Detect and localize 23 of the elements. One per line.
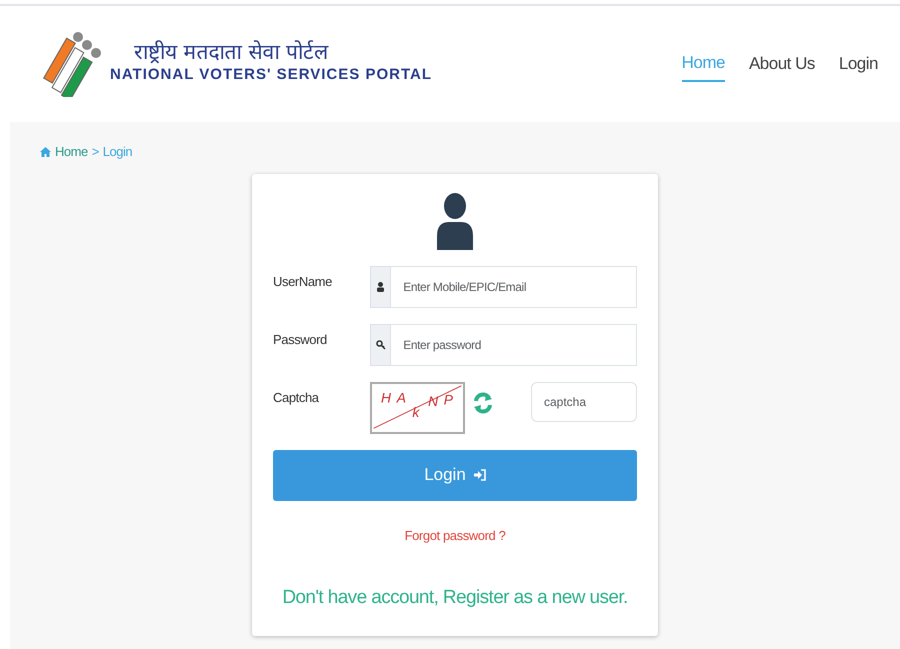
home-icon: [40, 146, 51, 157]
field-label: Password: [273, 330, 328, 348]
logo-subtitle: NATIONAL VOTERS' SERVICES PORTAL: [110, 65, 432, 86]
breadcrumb-separator: >: [92, 143, 99, 161]
refresh-icon[interactable]: [473, 390, 493, 416]
username-field[interactable]: Enter Mobile/EPIC/Email: [390, 266, 637, 308]
user-icon: [437, 192, 473, 250]
nav-link[interactable]: About Us: [748, 47, 815, 81]
breadcrumb-current: Login: [102, 143, 132, 161]
register-link[interactable]: Don't have account, Register as a new user.: [282, 586, 628, 608]
captcha-field[interactable]: captcha: [531, 382, 637, 422]
nav-link[interactable]: Login: [838, 47, 878, 81]
nav-link[interactable]: Home: [682, 46, 725, 82]
logo-title: राष्ट्रीय मतदाता सेवा पोर्टल: [133, 41, 330, 64]
logo-icon: [42, 31, 102, 97]
field-label: UserName: [273, 272, 333, 290]
breadcrumb-link[interactable]: Home: [40, 142, 88, 162]
forgot-password-link[interactable]: Forgot password ?: [404, 528, 506, 542]
sign-in-icon: [474, 469, 486, 481]
user-icon: [377, 282, 384, 292]
password-field[interactable]: Enter password: [390, 324, 637, 366]
field-label: Captcha: [273, 388, 320, 407]
login-button[interactable]: Login: [273, 450, 637, 500]
